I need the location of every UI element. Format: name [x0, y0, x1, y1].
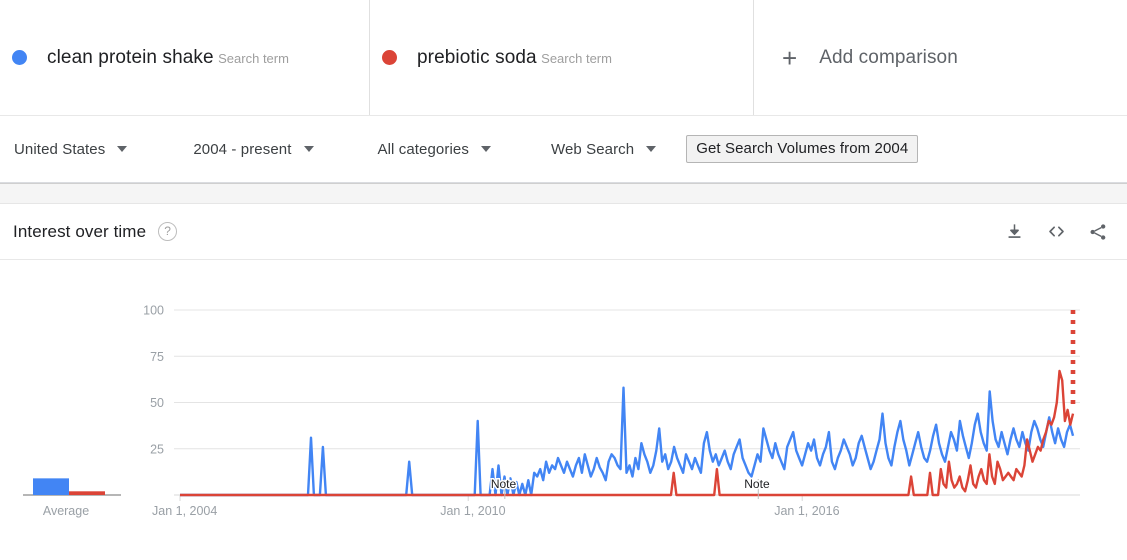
search-term-subtitle-0: Search term [218, 50, 289, 66]
search-term-subtitle-1: Search term [541, 50, 612, 66]
search-term-card-0[interactable]: clean protein shake Search term [0, 0, 370, 115]
y-axis-tick-label: 25 [150, 442, 164, 456]
filter-region-label: United States [14, 140, 106, 158]
filter-category[interactable]: All categories [378, 141, 491, 158]
series-color-dot-red [382, 50, 397, 65]
average-bar [33, 478, 69, 495]
plus-icon: + [782, 42, 798, 73]
y-axis-tick-label: 75 [150, 350, 164, 364]
y-axis-tick-label: 100 [143, 304, 164, 318]
add-comparison-button[interactable]: + Add comparison [754, 0, 1127, 115]
filter-bar: United States 2004 - present All categor… [0, 116, 1127, 183]
series-color-dot-blue [12, 50, 27, 65]
chevron-down-icon [303, 146, 314, 152]
chevron-down-icon [646, 146, 657, 152]
average-label: Average [43, 504, 89, 518]
x-axis-tick-label: Jan 1, 2016 [774, 504, 839, 518]
download-icon[interactable] [997, 218, 1031, 246]
x-axis-tick-label: Jan 1, 2004 [152, 504, 217, 518]
chevron-down-icon [480, 146, 491, 152]
page-title: Interest over time [13, 221, 147, 241]
chart-area[interactable]: 25 50 75 100 Jan 1, 2004 Jan 1, 2010 Jan 1, 20… [0, 260, 1127, 560]
get-search-volumes-button[interactable]: Get Search Volumes from 2004 [686, 135, 919, 163]
section-separator [0, 183, 1127, 204]
filter-region[interactable]: United States [14, 140, 128, 158]
filter-category-label: All categories [377, 140, 469, 158]
filter-time-range-label: 2004 - present [193, 140, 292, 158]
interest-over-time-panel: Interest over time ? 25 50 75 100 Jan 1, 200… [0, 204, 1127, 560]
note-annotation-label[interactable]: Note [489, 476, 518, 493]
note-annotation-label[interactable]: Note [743, 476, 772, 493]
add-comparison-label: Add comparison [819, 46, 958, 68]
x-axis-tick-label: Jan 1, 2010 [440, 504, 505, 518]
comparison-bar: clean protein shake Search term prebioti… [0, 0, 1127, 116]
search-term-title-0: clean protein shake [47, 46, 214, 68]
filter-time-range[interactable]: 2004 - present [193, 140, 314, 158]
search-term-title-1: prebiotic soda [417, 46, 537, 68]
share-icon[interactable] [1081, 218, 1115, 246]
help-icon[interactable]: ? [158, 222, 178, 241]
average-bar [69, 491, 105, 495]
chevron-down-icon [117, 146, 128, 152]
filter-search-type[interactable]: Web Search [550, 140, 657, 158]
embed-code-icon[interactable] [1039, 218, 1073, 246]
panel-header: Interest over time ? [0, 204, 1127, 260]
search-term-card-1[interactable]: prebiotic soda Search term [370, 0, 754, 115]
y-axis-tick-label: 50 [150, 396, 164, 410]
interest-over-time-chart[interactable]: 25 50 75 100 Jan 1, 2004 Jan 1, 2010 Jan 1, 20… [0, 260, 1127, 560]
filter-search-type-label: Web Search [550, 140, 635, 158]
